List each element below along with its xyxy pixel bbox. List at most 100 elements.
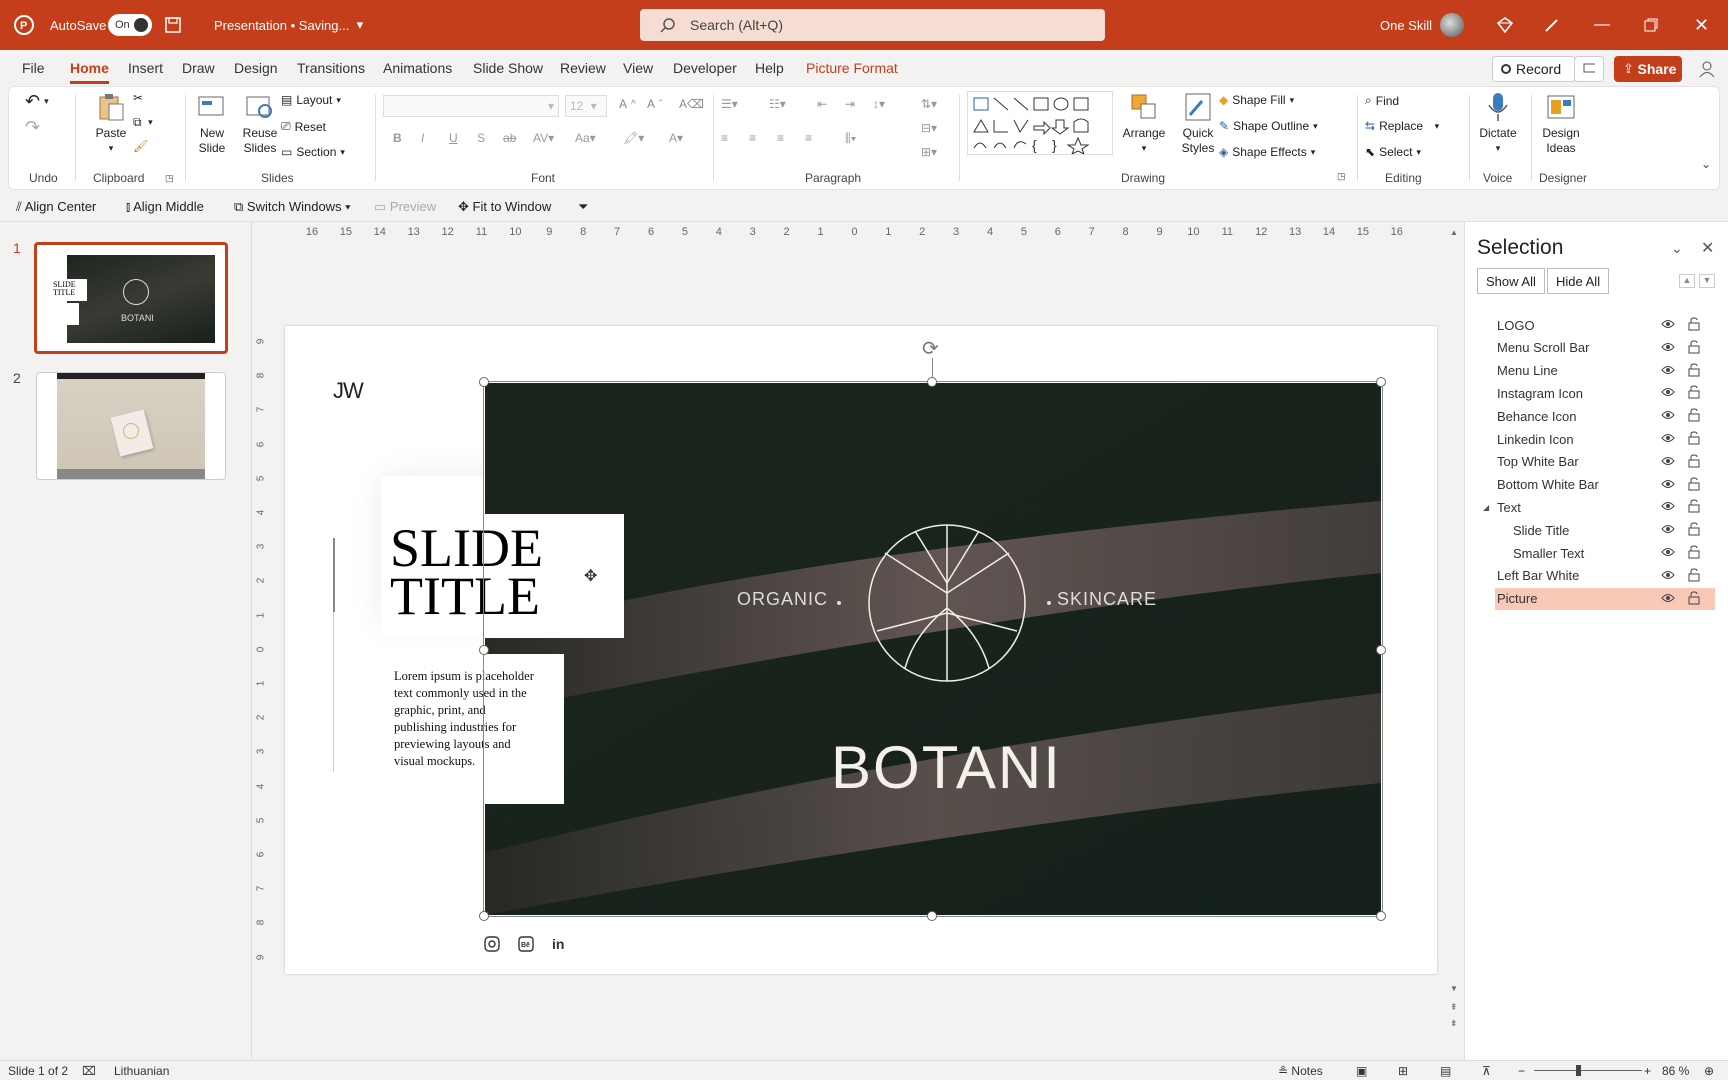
tab-animations[interactable]: Animations bbox=[383, 60, 452, 76]
font-color-icon[interactable]: A▾ bbox=[669, 131, 683, 145]
send-backward-icon[interactable]: ▼ bbox=[1699, 274, 1715, 288]
highlight-icon[interactable]: 🖍▾ bbox=[623, 131, 644, 145]
align-right-icon[interactable]: ≡ bbox=[777, 131, 784, 145]
resize-handle[interactable] bbox=[1376, 377, 1386, 387]
arrange-button[interactable]: Arrange ▾ bbox=[1119, 91, 1169, 156]
paste-button[interactable]: Paste ▾ bbox=[87, 91, 135, 156]
selection-item[interactable]: Menu Scroll Bar bbox=[1495, 337, 1715, 359]
lock-icon[interactable] bbox=[1687, 545, 1701, 559]
find-button[interactable]: ⌕ Find bbox=[1365, 93, 1399, 108]
tab-picture-format[interactable]: Picture Format bbox=[806, 60, 898, 76]
increase-indent-icon[interactable]: ⇥ bbox=[845, 97, 855, 111]
lock-icon[interactable] bbox=[1687, 499, 1701, 513]
align-left-icon[interactable]: ≡ bbox=[721, 131, 728, 145]
section-button[interactable]: ▭ Section ▾ bbox=[281, 145, 345, 159]
fit-to-window-button[interactable]: ✥ Fit to Window bbox=[458, 199, 551, 215]
new-slide-button[interactable]: New Slide bbox=[189, 91, 235, 156]
resize-handle[interactable] bbox=[927, 911, 937, 921]
visibility-icon[interactable] bbox=[1661, 342, 1675, 352]
switch-windows-button[interactable]: ⧉ Switch Windows ▾ bbox=[234, 199, 351, 215]
save-icon[interactable] bbox=[164, 0, 182, 50]
customize-qat-icon[interactable]: ⏷ bbox=[578, 199, 588, 215]
selection-item[interactable]: Menu Line bbox=[1495, 360, 1715, 382]
justify-icon[interactable]: ≡ bbox=[805, 131, 812, 145]
selection-item[interactable]: Picture bbox=[1495, 587, 1715, 610]
minimize-icon[interactable]: — bbox=[1594, 0, 1610, 50]
language[interactable]: Lithuanian bbox=[114, 1064, 169, 1078]
format-painter-icon[interactable]: 🖌 bbox=[133, 139, 148, 153]
visibility-icon[interactable] bbox=[1661, 570, 1675, 580]
record-button[interactable]: Record bbox=[1492, 56, 1576, 82]
selection-item[interactable]: Top White Bar bbox=[1495, 451, 1715, 473]
visibility-icon[interactable] bbox=[1661, 456, 1675, 466]
selection-item[interactable]: Linkedin Icon bbox=[1495, 428, 1715, 450]
quick-styles-button[interactable]: Quick Styles bbox=[1173, 91, 1223, 156]
resize-handle[interactable] bbox=[479, 377, 489, 387]
italic-icon[interactable]: I bbox=[421, 131, 424, 145]
menu-scroll-bar[interactable] bbox=[333, 538, 335, 612]
lock-icon[interactable] bbox=[1687, 363, 1701, 377]
copy-icon[interactable]: ⧉ ▾ bbox=[133, 115, 153, 130]
decrease-indent-icon[interactable]: ⇤ bbox=[817, 97, 827, 111]
preview-button[interactable]: ▭ Preview bbox=[374, 199, 436, 215]
char-spacing-icon[interactable]: AV▾ bbox=[533, 131, 554, 145]
bring-forward-icon[interactable]: ▲ bbox=[1679, 274, 1695, 288]
lock-icon[interactable] bbox=[1687, 385, 1701, 399]
align-center-button[interactable]: ⫽ Align Center bbox=[16, 199, 96, 215]
clear-format-icon[interactable]: A⌫ bbox=[679, 97, 704, 111]
strikethrough-icon[interactable]: ab bbox=[503, 131, 516, 145]
diamond-icon[interactable] bbox=[1496, 0, 1514, 50]
linkedin-icon[interactable]: in bbox=[552, 936, 564, 952]
visibility-icon[interactable] bbox=[1661, 410, 1675, 420]
visibility-icon[interactable] bbox=[1661, 479, 1675, 489]
shape-effects-button[interactable]: ◈ Shape Effects ▾ bbox=[1219, 145, 1315, 159]
restore-icon[interactable] bbox=[1644, 0, 1658, 50]
visibility-icon[interactable] bbox=[1661, 501, 1675, 511]
logo[interactable]: JW bbox=[333, 378, 364, 404]
selection-item[interactable]: Smaller Text bbox=[1495, 542, 1715, 564]
line-spacing-icon[interactable]: ↕▾ bbox=[873, 97, 885, 111]
avatar[interactable] bbox=[1440, 0, 1464, 50]
lock-icon[interactable] bbox=[1687, 591, 1701, 605]
lock-icon[interactable] bbox=[1687, 568, 1701, 582]
drawing-launcher-icon[interactable]: ◳ bbox=[1337, 171, 1346, 182]
top-white-bar[interactable]: SLIDE TITLE ✥ bbox=[382, 514, 624, 638]
tab-transitions[interactable]: Transitions bbox=[297, 60, 365, 76]
reset-button[interactable]: ⎚ Reset bbox=[281, 119, 326, 134]
rotate-handle-icon[interactable]: ⟳ bbox=[922, 336, 939, 361]
hide-all-button[interactable]: Hide All bbox=[1547, 268, 1610, 294]
slide-title[interactable]: SLIDE TITLE bbox=[390, 521, 543, 623]
visibility-icon[interactable] bbox=[1661, 319, 1675, 329]
pen-icon[interactable] bbox=[1543, 0, 1561, 50]
cut-icon[interactable]: ✂ bbox=[133, 91, 143, 105]
smaller-text[interactable]: Lorem ipsum is placeholder text commonly… bbox=[394, 668, 540, 770]
layout-button[interactable]: ▤ Layout ▾ bbox=[281, 93, 341, 107]
shape-outline-button[interactable]: ✎ Shape Outline ▾ bbox=[1219, 119, 1318, 133]
shadow-icon[interactable]: S bbox=[477, 131, 485, 145]
selection-item[interactable]: Bottom White Bar bbox=[1495, 474, 1715, 496]
lock-icon[interactable] bbox=[1687, 477, 1701, 491]
dictate-button[interactable]: Dictate ▾ bbox=[1473, 91, 1523, 156]
picture[interactable]: ORGANIC SKINCARE BOTANI bbox=[485, 383, 1381, 915]
resize-handle[interactable] bbox=[479, 911, 489, 921]
resize-handle[interactable] bbox=[927, 377, 937, 387]
collapse-ribbon-icon[interactable]: ⌄ bbox=[1701, 157, 1711, 171]
selection-item[interactable]: ◢ Text bbox=[1483, 496, 1715, 518]
bold-icon[interactable]: B bbox=[393, 131, 402, 145]
zoom-slider[interactable] bbox=[1534, 1070, 1642, 1071]
slide-thumbnail-2[interactable] bbox=[36, 372, 226, 480]
replace-button[interactable]: ⇆ Replace ▾ bbox=[1365, 119, 1439, 133]
clipboard-launcher-icon[interactable]: ◳ bbox=[165, 173, 174, 184]
design-ideas-button[interactable]: Design Ideas bbox=[1533, 91, 1589, 156]
copilot-icon[interactable] bbox=[1698, 60, 1716, 81]
lock-icon[interactable] bbox=[1687, 340, 1701, 354]
notes-button[interactable]: ≗ Notes bbox=[1278, 1064, 1323, 1078]
close-pane-icon[interactable]: ✕ bbox=[1701, 238, 1714, 258]
tab-design[interactable]: Design bbox=[234, 60, 278, 76]
next-slide-icon[interactable]: ⇟ bbox=[1450, 1018, 1458, 1029]
fit-slide-icon[interactable]: ⊕ bbox=[1704, 1064, 1714, 1078]
visibility-icon[interactable] bbox=[1661, 593, 1675, 603]
autosave-toggle[interactable]: On bbox=[108, 14, 152, 36]
tab-home[interactable]: Home bbox=[70, 60, 109, 84]
font-size-field[interactable]: 12 ▾ bbox=[565, 95, 607, 117]
